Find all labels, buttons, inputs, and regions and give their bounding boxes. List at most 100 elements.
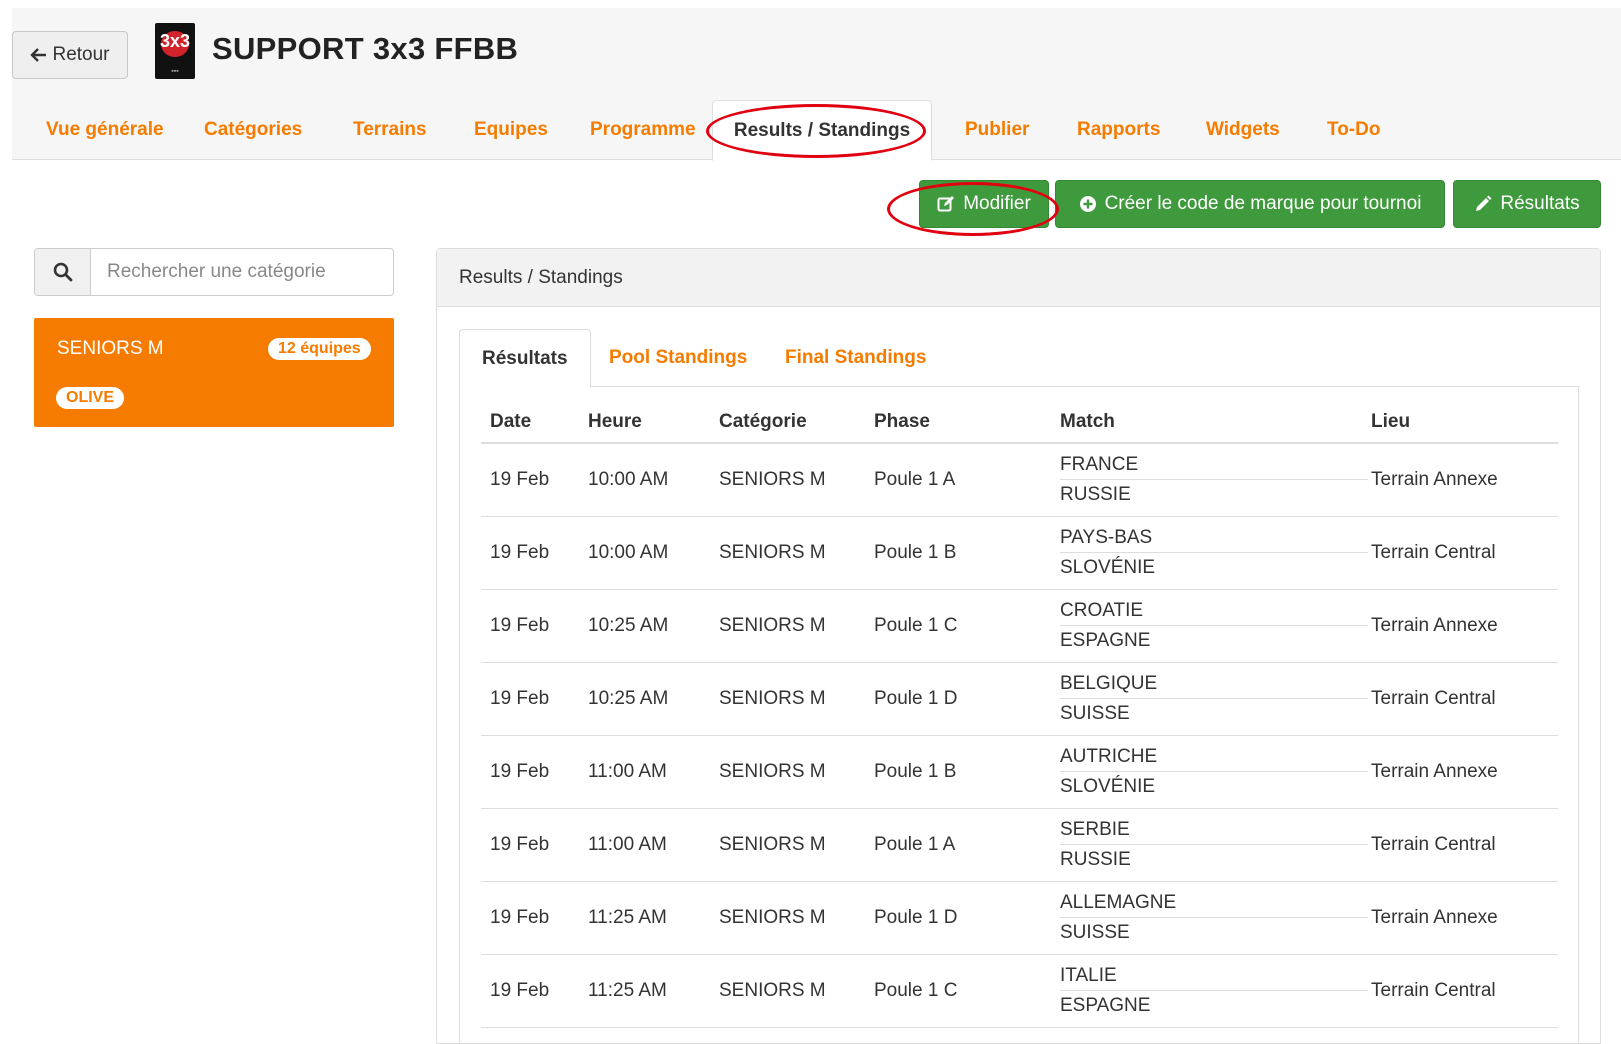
modifier-button[interactable]: Modifier — [919, 180, 1049, 228]
table-row[interactable]: 19 Feb 10:00 AM SENIORS M Poule 1 A FRAN… — [481, 443, 1558, 517]
pencil-icon — [1476, 195, 1492, 211]
cell-phase: Poule 1 A — [865, 443, 1051, 517]
cell-venue: Terrain Annexe — [1362, 881, 1558, 955]
cell-phase: Poule 1 D — [865, 881, 1051, 955]
tab-results-standings[interactable]: Results / Standings — [712, 100, 932, 161]
search-button[interactable] — [35, 249, 91, 295]
cell-match: CROATIE ESPAGNE — [1051, 589, 1368, 663]
col-match: Match — [1051, 407, 1362, 444]
category-name: SENIORS M — [57, 338, 164, 359]
cell-match: ALLEMAGNE SUISSE — [1051, 881, 1368, 955]
cell-match: SERBIE RUSSIE — [1051, 808, 1368, 882]
page-title: SUPPORT 3x3 FFBB — [212, 31, 519, 66]
away-team: RUSSIE — [1060, 849, 1131, 870]
subtab-final-standings[interactable]: Final Standings — [763, 329, 948, 387]
cell-category: SENIORS M — [710, 662, 865, 736]
away-team: SLOVÉNIE — [1060, 557, 1156, 578]
home-team: PAYS-BAS — [1060, 523, 1368, 553]
cell-date: 19 Feb — [481, 954, 579, 1028]
cell-category: SENIORS M — [710, 443, 865, 517]
results-label: Résultats — [1500, 193, 1580, 214]
cell-venue: Terrain Central — [1362, 662, 1558, 736]
table-row[interactable]: 19 Feb 10:25 AM SENIORS M Poule 1 C CROA… — [481, 589, 1558, 663]
col-phase: Phase — [865, 407, 1051, 444]
cell-phase: Poule 1 A — [865, 808, 1051, 882]
search-input[interactable] — [91, 249, 393, 295]
results-table: Date Heure Catégorie Phase Match Lieu 19… — [481, 407, 1558, 1028]
cell-time: 11:25 AM — [579, 881, 710, 955]
panel-title: Results / Standings — [437, 249, 1600, 307]
cell-venue: Terrain Annexe — [1362, 589, 1558, 663]
tab-programme[interactable]: Programme — [578, 100, 708, 160]
table-row[interactable]: 19 Feb 11:25 AM SENIORS M Poule 1 C ITAL… — [481, 954, 1558, 1028]
cell-time: 11:00 AM — [579, 808, 710, 882]
create-code-label: Créer le code de marque pour tournoi — [1104, 193, 1422, 214]
cell-venue: Terrain Central — [1362, 954, 1558, 1028]
back-button[interactable]: Retour — [12, 31, 128, 79]
tab-publier[interactable]: Publier — [953, 100, 1041, 160]
arrow-left-icon — [30, 48, 47, 62]
cell-match: PAYS-BAS SLOVÉNIE — [1051, 516, 1368, 590]
cell-date: 19 Feb — [481, 589, 579, 663]
app-logo: 3x3 ▪▪▪ — [155, 23, 195, 79]
cell-venue: Terrain Central — [1362, 808, 1558, 882]
home-team: FRANCE — [1060, 450, 1368, 481]
cell-date: 19 Feb — [481, 516, 579, 590]
results-panel: Results / Standings Résultats Pool Stand… — [436, 248, 1601, 1044]
cell-phase: Poule 1 D — [865, 662, 1051, 736]
table-row[interactable]: 19 Feb 10:00 AM SENIORS M Poule 1 B PAYS… — [481, 516, 1558, 590]
cell-date: 19 Feb — [481, 881, 579, 955]
tab-to-do[interactable]: To-Do — [1315, 100, 1392, 160]
results-button[interactable]: Résultats — [1453, 180, 1601, 228]
logo-subtext: ▪▪▪ — [171, 68, 179, 75]
tab-rapports[interactable]: Rapports — [1065, 100, 1172, 160]
cell-phase: Poule 1 C — [865, 589, 1051, 663]
home-team: BELGIQUE — [1060, 669, 1368, 699]
away-team: ESPAGNE — [1060, 630, 1151, 651]
col-lieu: Lieu — [1362, 407, 1558, 444]
table-row[interactable]: 19 Feb 11:25 AM SENIORS M Poule 1 D ALLE… — [481, 881, 1558, 955]
cell-category: SENIORS M — [710, 589, 865, 663]
cell-venue: Terrain Annexe — [1362, 443, 1558, 517]
away-team: SUISSE — [1060, 922, 1130, 943]
plus-circle-icon — [1079, 196, 1096, 212]
teams-badge: 12 équipes — [268, 338, 371, 360]
cell-time: 10:25 AM — [579, 589, 710, 663]
category-card[interactable]: SENIORS M 12 équipes OLIVE — [34, 318, 394, 427]
tab-equipes[interactable]: Equipes — [462, 100, 560, 160]
home-team: AUTRICHE — [1060, 742, 1368, 772]
cell-time: 10:25 AM — [579, 662, 710, 736]
cell-date: 19 Feb — [481, 443, 579, 517]
cell-category: SENIORS M — [710, 516, 865, 590]
cell-date: 19 Feb — [481, 662, 579, 736]
color-badge: OLIVE — [56, 387, 125, 409]
cell-category: SENIORS M — [710, 954, 865, 1028]
cell-match: BELGIQUE SUISSE — [1051, 662, 1368, 736]
col-categorie: Catégorie — [710, 407, 865, 444]
cell-time: 10:00 AM — [579, 516, 710, 590]
tab-widgets[interactable]: Widgets — [1194, 100, 1292, 160]
table-row[interactable]: 19 Feb 11:00 AM SENIORS M Poule 1 B AUTR… — [481, 735, 1558, 809]
cell-category: SENIORS M — [710, 808, 865, 882]
away-team: SLOVÉNIE — [1060, 776, 1156, 797]
main-tabs: Vue générale Catégories Terrains Equipes… — [12, 100, 1621, 161]
away-team: SUISSE — [1060, 703, 1130, 724]
cell-date: 19 Feb — [481, 735, 579, 809]
tab-categories[interactable]: Catégories — [192, 100, 314, 160]
home-team: ALLEMAGNE — [1060, 888, 1368, 918]
table-row[interactable]: 19 Feb 11:00 AM SENIORS M Poule 1 A SERB… — [481, 808, 1558, 882]
subtab-pool-standings[interactable]: Pool Standings — [587, 329, 769, 387]
create-code-button[interactable]: Créer le code de marque pour tournoi — [1055, 180, 1445, 228]
home-team: SERBIE — [1060, 815, 1368, 845]
cell-category: SENIORS M — [710, 881, 865, 955]
subtab-resultats[interactable]: Résultats — [459, 329, 591, 388]
home-team: ITALIE — [1060, 961, 1368, 991]
table-row[interactable]: 19 Feb 10:25 AM SENIORS M Poule 1 D BELG… — [481, 662, 1558, 736]
tab-terrains[interactable]: Terrains — [341, 100, 439, 160]
cell-match: AUTRICHE SLOVÉNIE — [1051, 735, 1368, 809]
edit-icon — [937, 196, 955, 212]
cell-time: 10:00 AM — [579, 443, 710, 517]
logo-text: 3x3 — [159, 31, 191, 51]
tab-vue-generale[interactable]: Vue générale — [34, 100, 176, 160]
cell-time: 11:25 AM — [579, 954, 710, 1028]
